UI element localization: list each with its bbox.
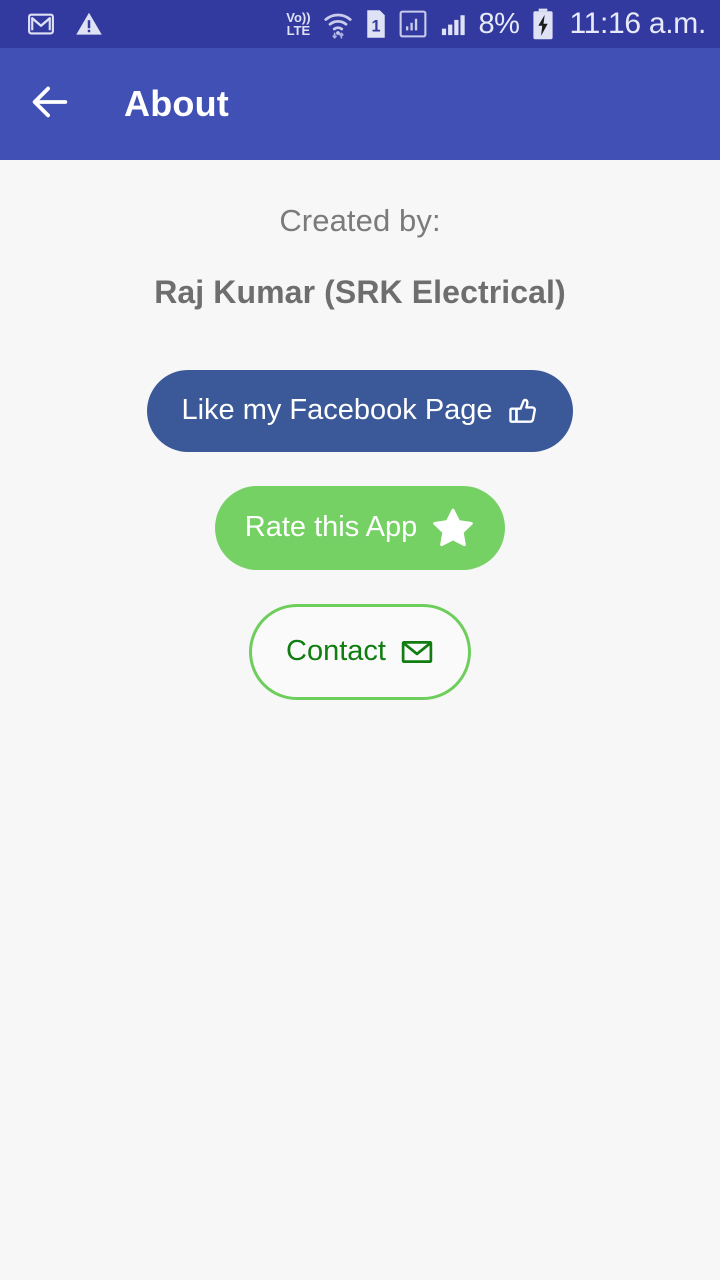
thumbs-up-icon (507, 395, 539, 427)
rate-this-app-button[interactable]: Rate this App (214, 485, 506, 570)
contact-button[interactable]: Contact (249, 603, 471, 700)
envelope-icon (400, 635, 434, 669)
contact-label: Contact (286, 635, 386, 668)
status-bar-right: Vo)) LTE 1 8% 11:16 a.m. (286, 7, 706, 41)
status-time-label: 11:16 a.m. (569, 7, 706, 40)
signal-bars-icon (439, 10, 467, 38)
volte-bottom-label: LTE (286, 23, 311, 38)
status-bar: Vo)) LTE 1 8% 11:16 a.m. (0, 0, 720, 48)
svg-text:1: 1 (371, 18, 380, 36)
sim-1-icon: 1 (365, 9, 387, 39)
warning-triangle-icon (74, 9, 104, 39)
status-bar-left (26, 9, 104, 39)
arrow-left-icon (27, 79, 73, 130)
battery-charging-icon (531, 8, 555, 40)
action-button-stack: Like my Facebook Page Rate this App Cont… (0, 369, 720, 700)
author-name-label: Raj Kumar (SRK Electrical) (154, 274, 566, 311)
rate-this-app-label: Rate this App (244, 511, 418, 544)
battery-percent-label: 8% (478, 7, 520, 40)
like-facebook-page-label: Like my Facebook Page (181, 394, 493, 427)
signal-boxed-icon (399, 10, 427, 38)
like-facebook-page-button[interactable]: Like my Facebook Page (147, 369, 573, 452)
app-bar: About (0, 48, 720, 160)
created-by-label: Created by: (279, 203, 441, 238)
volte-icon: Vo)) LTE (286, 11, 310, 37)
wifi-icon (323, 9, 353, 39)
gmail-icon (26, 9, 56, 39)
phone-screen: Vo)) LTE 1 8% 11:16 a.m. About Created b… (0, 0, 720, 1280)
back-button[interactable] (22, 76, 78, 132)
page-title: About (124, 83, 229, 124)
star-icon (431, 506, 475, 550)
about-content: Created by: Raj Kumar (SRK Electrical) L… (0, 160, 720, 700)
